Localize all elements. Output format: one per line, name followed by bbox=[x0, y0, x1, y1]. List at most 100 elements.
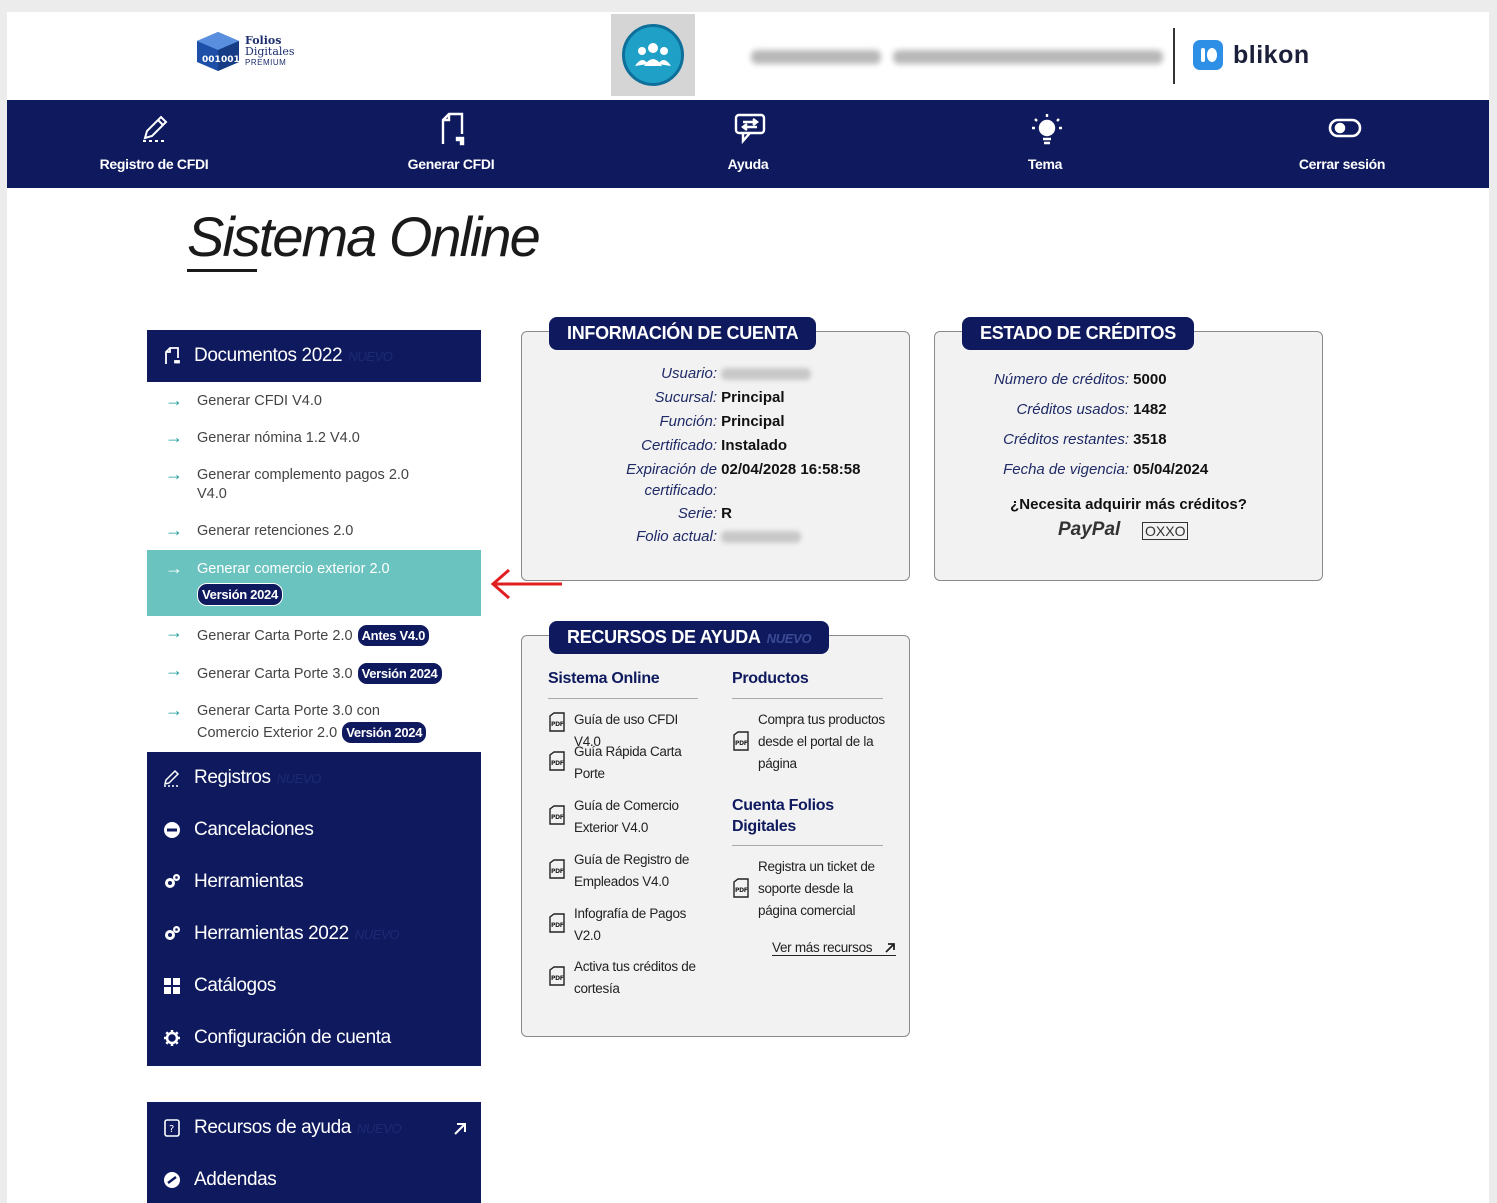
pdf-icon: PDF bbox=[733, 731, 749, 751]
sidebar-item-label: Addendas bbox=[194, 1169, 277, 1190]
cuenta-expiracion-row: Expiración de 02/04/2028 16:58:58 bbox=[567, 460, 860, 480]
sidebar-item-addendas[interactable]: Addendas bbox=[147, 1154, 481, 1203]
sidebar-subitem-retenciones[interactable]: → Generar retenciones 2.0 bbox=[147, 520, 481, 546]
sidebar-item-label: Cancelaciones bbox=[194, 819, 314, 840]
cuenta-serie-row: Serie: R bbox=[567, 504, 732, 524]
funcion-label: Función: bbox=[659, 413, 717, 430]
certificado-value: Instalado bbox=[721, 437, 788, 454]
sidebar-item-herramientas[interactable]: Herramientas bbox=[147, 856, 481, 908]
resource-guia-empleados[interactable]: PDF Guía de Registro de Empleados V4.0 bbox=[548, 849, 708, 893]
blurred-account-name bbox=[751, 50, 881, 64]
svg-text:PDF: PDF bbox=[735, 887, 748, 894]
sidebar-item-catalogos[interactable]: Catálogos bbox=[147, 960, 481, 1012]
svg-text:PDF: PDF bbox=[551, 922, 564, 929]
sidebar-subitem-carta-porte-3-ce[interactable]: → Generar Carta Porte 3.0 con Comercio E… bbox=[147, 700, 481, 746]
header-divider bbox=[1173, 28, 1175, 84]
sun-icon bbox=[1032, 114, 1062, 145]
usados-label: Créditos usados: bbox=[1016, 401, 1129, 418]
oxxo-logo[interactable]: OXXO bbox=[1142, 522, 1189, 540]
resource-activa-creditos[interactable]: PDF Activa tus créditos de cortesía bbox=[548, 956, 708, 1000]
cuenta-sucursal-row: Sucursal: Principal bbox=[567, 388, 785, 408]
chat-icon bbox=[734, 113, 766, 144]
resource-guia-cfdi[interactable]: PDF Guía de uso CFDI V4.0 bbox=[548, 709, 708, 749]
sidebar-subitem-cfdi[interactable]: → Generar CFDI V4.0 bbox=[147, 390, 481, 416]
cuenta-folio-row: Folio actual: bbox=[567, 527, 802, 547]
gears-icon bbox=[165, 926, 180, 940]
serie-label: Serie: bbox=[677, 505, 717, 522]
sidebar-item-label: Registros bbox=[194, 767, 271, 788]
sidebar-item-herramientas-2022[interactable]: Herramientas 2022 NUEVO bbox=[147, 908, 481, 960]
minus-circle-icon bbox=[164, 822, 180, 838]
sidebar-subitem-carta-porte-3[interactable]: → Generar Carta Porte 3.0 Versión 2024 bbox=[147, 660, 481, 686]
nav-registro-cfdi[interactable]: Registro de CFDI bbox=[64, 100, 244, 188]
nav-cerrar-sesion[interactable]: Cerrar sesión bbox=[1252, 100, 1432, 188]
nuevo-tag: NUEVO bbox=[348, 349, 393, 364]
usados-value: 1482 bbox=[1133, 401, 1167, 418]
nav-generar-cfdi[interactable]: Generar CFDI bbox=[361, 100, 541, 188]
resource-compra-productos[interactable]: PDF Compra tus productos desde el portal… bbox=[732, 709, 892, 775]
creditos-vigencia-row: Fecha de vigencia: 05/04/2024 bbox=[947, 460, 1208, 480]
svg-text:PDF: PDF bbox=[551, 868, 564, 875]
nav-ayuda[interactable]: Ayuda bbox=[658, 100, 838, 188]
svg-text:PDF: PDF bbox=[551, 721, 564, 728]
vigencia-label: Fecha de vigencia: bbox=[1003, 461, 1129, 478]
recursos-panel-title: RECURSOS DE AYUDA NUEVO bbox=[549, 621, 830, 654]
blurred-folio bbox=[721, 531, 802, 544]
sucursal-value: Principal bbox=[721, 389, 785, 406]
subitem-label: Generar complemento pagos 2.0 V4.0 bbox=[197, 467, 409, 502]
arrow-right-icon: → bbox=[165, 622, 183, 642]
sidebar-subitem-nomina[interactable]: → Generar nómina 1.2 V4.0 bbox=[147, 427, 481, 453]
subitem-label: Generar Carta Porte 3.0 bbox=[197, 666, 353, 682]
creditos-numero-row: Número de créditos: 5000 bbox=[947, 370, 1167, 390]
restantes-label: Créditos restantes: bbox=[1003, 431, 1129, 448]
sidebar-subitem-carta-porte-2[interactable]: → Generar Carta Porte 2.0 Antes V4.0 bbox=[147, 622, 481, 648]
cuenta-funcion-row: Función: Principal bbox=[567, 412, 784, 432]
folios-digitales-logo[interactable]: 001 001 Folios Digitales PREMIUM bbox=[195, 30, 295, 72]
cuenta-usuario-row: Usuario: bbox=[567, 364, 812, 384]
ver-mas-recursos-link[interactable]: Ver más recursos bbox=[772, 940, 896, 956]
pdf-icon: PDF bbox=[549, 913, 565, 933]
creditos-panel bbox=[934, 331, 1323, 581]
nuevo-tag: NUEVO bbox=[356, 1121, 402, 1136]
pencil-icon bbox=[143, 115, 168, 142]
resource-label: Registra un ticket de soporte desde la p… bbox=[758, 859, 875, 918]
creditos-question: ¿Necesita adquirir más créditos? bbox=[1010, 496, 1247, 513]
arrow-right-icon: → bbox=[165, 427, 183, 447]
nav-tema[interactable]: Tema bbox=[955, 100, 1135, 188]
expiracion-label-2: certificado: bbox=[644, 482, 717, 499]
numero-value: 5000 bbox=[1133, 371, 1167, 388]
svg-text:001: 001 bbox=[221, 55, 240, 65]
page: 001 001 Folios Digitales PREMIUM blikon … bbox=[7, 12, 1489, 1203]
user-avatar[interactable] bbox=[611, 14, 695, 96]
svg-text:?: ? bbox=[169, 1124, 174, 1135]
recursos-col2-title: Productos bbox=[732, 670, 809, 687]
title-underline bbox=[187, 269, 257, 272]
blikon-logo[interactable]: blikon bbox=[1193, 40, 1310, 70]
nav-label: Tema bbox=[1027, 156, 1063, 172]
nuevo-tag: NUEVO bbox=[766, 631, 812, 646]
resource-registra-ticket[interactable]: PDF Registra un ticket de soporte desde … bbox=[732, 856, 892, 922]
blikon-logo-icon bbox=[1193, 40, 1223, 70]
vigencia-value: 05/04/2024 bbox=[1133, 461, 1209, 478]
sidebar-item-recursos-ayuda[interactable]: ? Recursos de ayuda NUEVO bbox=[147, 1102, 481, 1154]
sidebar-item-cancelaciones[interactable]: Cancelaciones bbox=[147, 804, 481, 856]
paypal-logo[interactable]: PayPal bbox=[1058, 519, 1120, 541]
sidebar-documentos[interactable]: Documentos 2022 NUEVO bbox=[147, 330, 481, 382]
sidebar-subitem-pagos[interactable]: → Generar complemento pagos 2.0 V4.0 bbox=[147, 464, 481, 510]
page-title: Sistema Online bbox=[187, 205, 541, 268]
subitem-label: Generar retenciones 2.0 bbox=[197, 523, 354, 539]
help-doc-icon: ? bbox=[164, 1119, 180, 1137]
pencil-icon bbox=[163, 769, 180, 787]
sidebar-subitem-comercio-exterior[interactable]: → Generar comercio exterior 2.0 Versión … bbox=[147, 550, 481, 616]
cube-logo-icon: 001 001 bbox=[197, 32, 240, 71]
resource-guia-comercio[interactable]: PDF Guía de Comercio Exterior V4.0 bbox=[548, 795, 708, 839]
sidebar-item-configuracion[interactable]: Configuración de cuenta bbox=[147, 1012, 481, 1064]
version-badge: Versión 2024 bbox=[341, 721, 428, 744]
sidebar-item-registros[interactable]: Registros NUEVO bbox=[147, 752, 481, 804]
sidebar-item-label: Herramientas bbox=[194, 871, 304, 892]
gear-icon bbox=[164, 1030, 180, 1046]
resource-guia-carta-porte[interactable]: PDF Guía Rápida Carta Porte bbox=[548, 741, 708, 785]
arrow-right-icon: → bbox=[165, 390, 183, 410]
resource-infografia-pagos[interactable]: PDF Infografía de Pagos V2.0 bbox=[548, 903, 708, 947]
pdf-icon: PDF bbox=[733, 878, 749, 898]
